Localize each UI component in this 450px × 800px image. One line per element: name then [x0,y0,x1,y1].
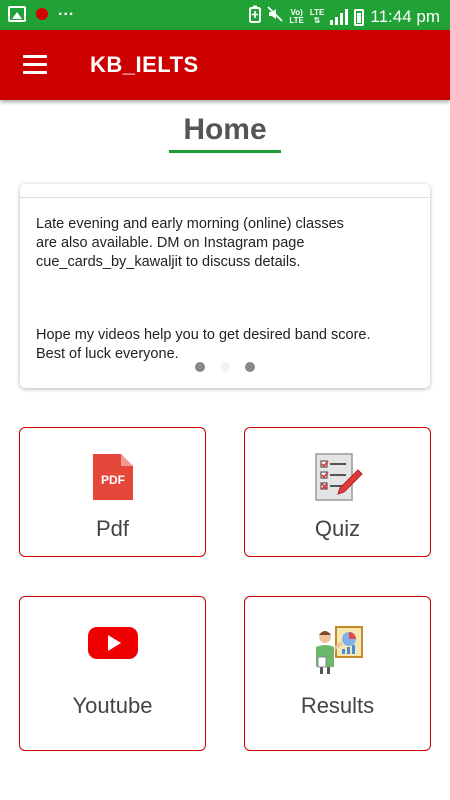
quiz-tile-label: Quiz [314,516,361,541]
carousel-dot-2[interactable] [220,362,230,372]
volte-indicator: Vo) LTE [289,8,304,25]
pdf-tile-label: Pdf [95,516,130,541]
results-tile[interactable]: Results [244,596,431,751]
pdf-tile[interactable]: PDF Pdf [19,427,206,557]
quiz-tile[interactable]: Quiz [244,427,431,557]
battery-saver-icon [249,5,262,29]
youtube-tile[interactable]: Youtube [19,596,206,751]
carousel-dot-3[interactable] [245,362,255,372]
more-notifications: ... [58,2,75,19]
carousel-dot-1[interactable] [195,362,205,372]
youtube-tile-label: Youtube [72,693,153,718]
page-title: Home [183,113,267,146]
notification-dot-icon [36,8,48,20]
mute-icon [267,6,283,28]
app-bar: KB_IELTS [0,30,450,100]
carousel-indicator [20,362,430,372]
info-carousel-card[interactable]: Late evening and early morning (online) … [20,184,430,388]
youtube-icon [87,623,138,668]
clock: 11:44 pm [370,7,440,26]
results-tile-label: Results [300,693,375,718]
card-divider [20,197,430,198]
quiz-icon [312,452,364,509]
lte-indicator: LTE ⇅ [309,8,325,25]
info-paragraph-wishes: Hope my videos help you to get desired b… [36,327,371,362]
svg-text:PDF: PDF [101,473,125,487]
info-paragraph-classes: Late evening and early morning (online) … [36,216,344,270]
gallery-icon [8,6,26,22]
status-bar: ... Vo) LTE LTE ⇅ 11:44 pm [0,0,450,30]
results-icon [312,623,364,680]
pdf-icon: PDF [91,452,135,507]
menu-icon[interactable] [23,55,47,75]
battery-icon [354,8,365,26]
signal-icon [330,9,349,25]
app-title: KB_IELTS [90,52,199,77]
title-underline [169,150,281,153]
